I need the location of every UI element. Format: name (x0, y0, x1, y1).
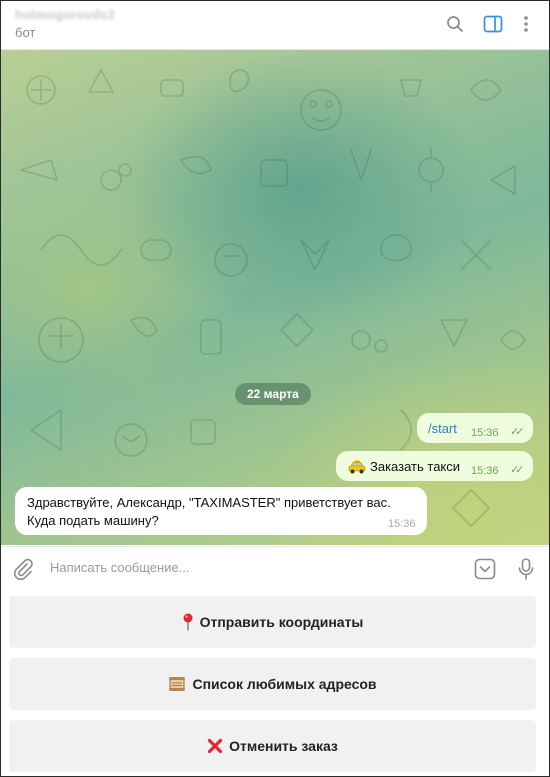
message-input[interactable]: Написать сообщение... (50, 560, 190, 575)
scroll-icon (168, 676, 186, 692)
cross-mark-icon (207, 738, 223, 754)
bot-reply-keyboard: Отправить координаты Список любимых адре… (1, 590, 549, 776)
attach-icon[interactable] (11, 557, 35, 581)
chat-subtitle: бот (15, 25, 36, 40)
favorite-addresses-button[interactable]: Список любимых адресов (9, 658, 536, 710)
outgoing-message[interactable]: /start 15:36 ✓✓ (417, 413, 533, 443)
outgoing-message[interactable]: Заказать такси 15:36 ✓✓ (336, 451, 533, 481)
more-vertical-icon[interactable] (515, 13, 537, 35)
message-time: 15:36 (471, 465, 499, 477)
chat-history[interactable]: 22 марта /start 15:36 ✓✓ Заказать такси … (1, 50, 549, 545)
message-time: 15:36 (471, 427, 499, 439)
button-label: Отправить координаты (199, 614, 364, 630)
keyboard-toggle-icon[interactable] (473, 557, 497, 581)
message-time: 15:36 (388, 518, 416, 530)
double-check-icon: ✓✓ (510, 464, 525, 476)
sidebar-toggle-icon[interactable] (482, 13, 504, 35)
telegram-window: holmogorovds2 бот 22 марта /start 15:36 … (0, 0, 550, 777)
send-coordinates-button[interactable]: Отправить координаты (9, 596, 536, 648)
date-divider: 22 марта (235, 383, 311, 405)
microphone-icon[interactable] (514, 557, 538, 581)
chat-header: holmogorovds2 бот (1, 1, 549, 50)
button-label: Список любимых адресов (192, 676, 377, 692)
message-content: Заказать такси (348, 459, 460, 477)
double-check-icon: ✓✓ (510, 426, 525, 438)
taxi-emoji-icon (348, 460, 366, 477)
message-text-command[interactable]: /start (428, 421, 457, 436)
message-composer: Написать сообщение... (1, 546, 549, 590)
message-text: Заказать такси (370, 459, 461, 474)
incoming-message[interactable]: Здравствуйте, Александр, "TAXIMASTER" пр… (15, 487, 427, 535)
search-icon[interactable] (444, 13, 466, 35)
button-label: Отменить заказ (229, 738, 338, 754)
cancel-order-button[interactable]: Отменить заказ (9, 720, 536, 772)
round-pushpin-icon (182, 613, 194, 631)
message-text: Здравствуйте, Александр, "TAXIMASTER" пр… (27, 495, 391, 528)
chat-title[interactable]: holmogorovds2 (15, 7, 115, 22)
